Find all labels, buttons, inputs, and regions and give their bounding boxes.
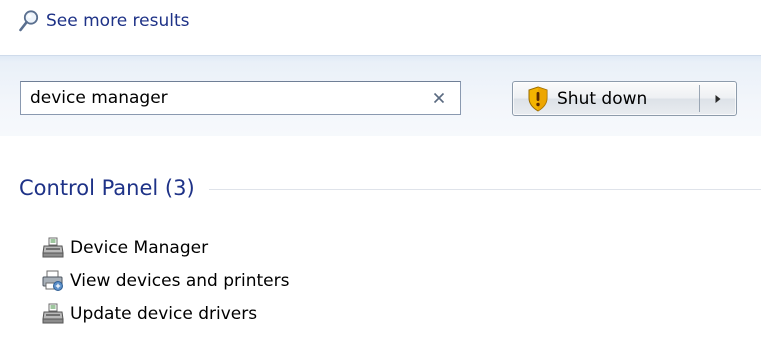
result-item-update-device-drivers[interactable]: Update device drivers [42, 297, 289, 330]
result-label: View devices and printers [70, 270, 290, 291]
shut-down-split-button: Shut down [512, 81, 737, 116]
start-menu-search-pane: See more results Shut down [0, 0, 761, 341]
group-divider [208, 189, 761, 190]
control-panel-results: Device Manager View devices and printers [42, 231, 289, 330]
result-item-view-devices-and-printers[interactable]: View devices and printers [42, 264, 289, 297]
search-icon [19, 10, 39, 32]
search-input[interactable] [30, 88, 410, 108]
close-icon [433, 92, 445, 104]
search-box[interactable] [20, 81, 461, 115]
see-more-results-label: See more results [46, 11, 190, 31]
result-label: Update device drivers [70, 303, 258, 324]
result-label: Device Manager [70, 237, 209, 258]
control-panel-group-header[interactable]: Control Panel (3) [19, 176, 761, 200]
result-item-device-manager[interactable]: Device Manager [42, 231, 289, 264]
shut-down-label: Shut down [557, 88, 648, 109]
shut-down-button[interactable]: Shut down [513, 82, 699, 115]
device-manager-icon [42, 303, 64, 323]
see-more-results-link[interactable]: See more results [18, 9, 190, 33]
clear-search-button[interactable] [430, 88, 448, 108]
uac-shield-icon [528, 85, 548, 112]
device-manager-icon [42, 237, 64, 257]
shut-down-options-button[interactable] [700, 82, 736, 115]
group-title: Control Panel (3) [19, 176, 195, 200]
printer-icon [42, 270, 63, 291]
chevron-right-icon [715, 94, 721, 103]
